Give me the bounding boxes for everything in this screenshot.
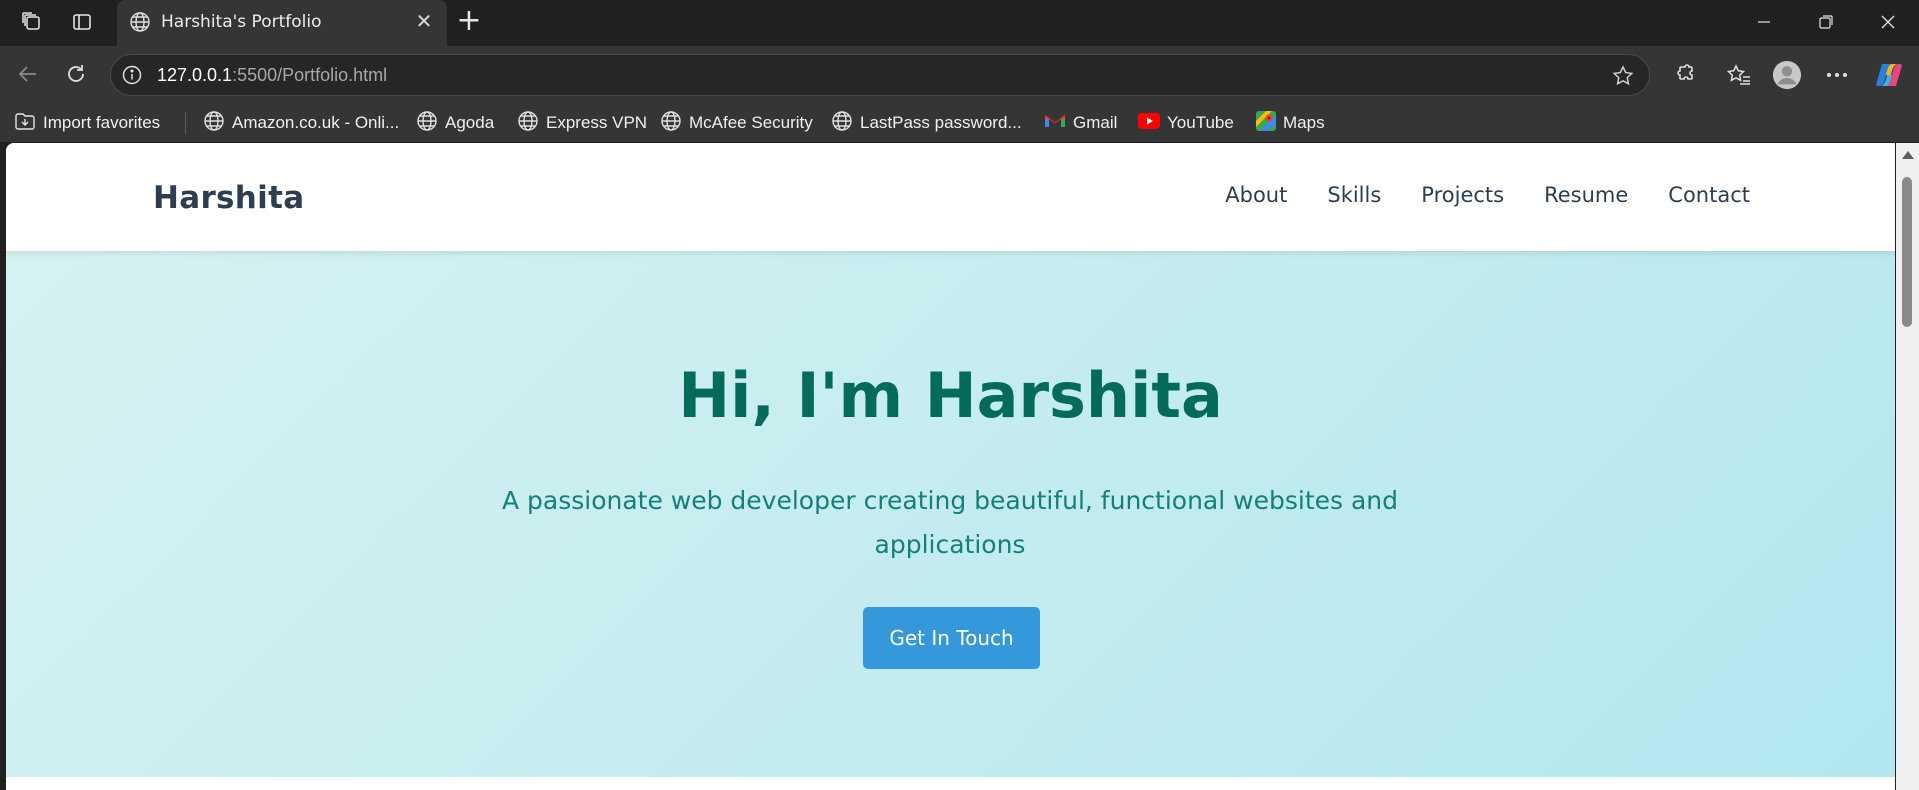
bookmark-label: Express VPN: [546, 113, 648, 132]
browser-window: Harshita's Portfolio ✕ + 127.0.0.1:5500/…: [0, 0, 1919, 790]
url-path: :5500/Portfolio.html: [232, 65, 388, 85]
youtube-icon: [1138, 112, 1160, 134]
next-section: [6, 777, 1895, 790]
bookmark-agoda[interactable]: Agoda: [416, 110, 494, 136]
navigation-bar: 127.0.0.1:5500/Portfolio.html: [0, 46, 1919, 102]
back-button[interactable]: [14, 60, 42, 88]
active-tab[interactable]: Harshita's Portfolio ✕: [117, 0, 447, 46]
favorite-star-icon[interactable]: [1611, 64, 1635, 88]
site-info-icon[interactable]: [121, 64, 143, 86]
bookmarks-separator: [185, 112, 186, 134]
site-nav: About Skills Projects Resume Contact: [1225, 183, 1750, 207]
more-options-icon[interactable]: [1822, 60, 1852, 90]
bookmark-lastpass[interactable]: LastPass password...: [831, 110, 1022, 136]
profile-avatar-icon[interactable]: [1772, 60, 1802, 90]
tab-actions-icon[interactable]: [70, 10, 94, 34]
site-header: Harshita About Skills Projects Resume Co…: [6, 143, 1895, 251]
bookmark-import-favorites[interactable]: Import favorites: [14, 110, 160, 136]
bookmark-label: Gmail: [1073, 113, 1118, 132]
nav-link-projects[interactable]: Projects: [1421, 183, 1504, 207]
globe-icon: [660, 110, 682, 137]
extensions-icon[interactable]: [1670, 60, 1700, 90]
maps-icon: [1256, 110, 1276, 136]
bookmark-amazon[interactable]: Amazon.co.uk - Onli...: [203, 110, 399, 136]
globe-icon: [831, 110, 853, 137]
workspaces-icon[interactable]: [20, 10, 44, 34]
copilot-icon[interactable]: [1874, 60, 1904, 90]
nav-link-resume[interactable]: Resume: [1544, 183, 1628, 207]
hero-title: Hi, I'm Harshita: [678, 359, 1223, 432]
bookmark-label: LastPass password...: [860, 113, 1022, 132]
close-window-button[interactable]: [1864, 6, 1912, 38]
globe-icon: [416, 110, 438, 137]
bookmark-youtube[interactable]: YouTube: [1138, 110, 1234, 136]
scroll-up-arrow-icon[interactable]: [1902, 151, 1914, 159]
scroll-thumb[interactable]: [1902, 177, 1912, 327]
bookmark-maps[interactable]: Maps: [1256, 110, 1325, 136]
hero-subtitle: A passionate web developer creating beau…: [501, 486, 1399, 559]
url-host: 127.0.0.1: [157, 65, 233, 85]
page-viewport: Harshita About Skills Projects Resume Co…: [6, 143, 1895, 790]
gmail-icon: [1044, 113, 1066, 134]
bookmark-label: Agoda: [445, 113, 495, 132]
minimize-button[interactable]: [1740, 6, 1788, 38]
site-logo[interactable]: Harshita: [153, 180, 304, 216]
tab-title: Harshita's Portfolio: [161, 12, 322, 32]
nav-link-skills[interactable]: Skills: [1327, 183, 1381, 207]
globe-icon: [517, 110, 539, 137]
bookmark-label: McAfee Security: [689, 113, 813, 132]
bookmark-gmail[interactable]: Gmail: [1044, 110, 1117, 136]
nav-link-contact[interactable]: Contact: [1668, 183, 1750, 207]
bookmark-express-vpn[interactable]: Express VPN: [517, 110, 647, 136]
page-scrollbar[interactable]: [1896, 143, 1919, 790]
import-favorites-icon: [14, 111, 36, 136]
bookmark-label: Maps: [1283, 113, 1325, 132]
bookmark-label: Import favorites: [43, 113, 161, 132]
bookmark-label: Amazon.co.uk - Onli...: [232, 113, 400, 132]
bookmarks-bar: Import favorites Amazon.co.uk - Onli... …: [0, 102, 1919, 142]
hero-section: Hi, I'm Harshita A passionate web develo…: [6, 251, 1895, 777]
nav-link-about[interactable]: About: [1225, 183, 1287, 207]
address-bar[interactable]: 127.0.0.1:5500/Portfolio.html: [110, 54, 1650, 96]
bookmark-label: YouTube: [1167, 113, 1234, 132]
new-tab-button[interactable]: +: [455, 6, 483, 36]
bookmark-mcafee-security[interactable]: McAfee Security: [660, 110, 813, 136]
globe-icon: [129, 11, 151, 33]
restore-button[interactable]: [1802, 6, 1850, 38]
get-in-touch-button[interactable]: Get In Touch: [863, 607, 1040, 669]
refresh-button[interactable]: [62, 60, 90, 88]
tab-bar: Harshita's Portfolio ✕ +: [0, 0, 1919, 46]
favorites-icon[interactable]: [1724, 60, 1754, 90]
globe-icon: [203, 110, 225, 137]
close-tab-icon[interactable]: ✕: [413, 10, 435, 32]
url-text[interactable]: 127.0.0.1:5500/Portfolio.html: [157, 65, 387, 86]
